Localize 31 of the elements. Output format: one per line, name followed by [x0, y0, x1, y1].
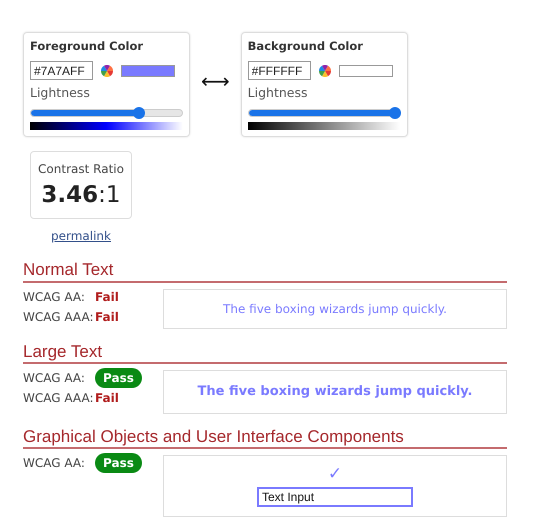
contrast-label: Contrast Ratio	[37, 160, 125, 178]
contrast-ratio: 3.46:1	[40, 180, 122, 210]
permalink-link[interactable]: permalink	[51, 227, 111, 246]
sample-text: The five boxing wizards jump quickly.	[223, 300, 447, 318]
criterion-label: WCAG AA:	[23, 455, 86, 472]
checkmark-icon: ✓	[328, 466, 342, 482]
color-wheel-icon[interactable]	[101, 64, 113, 76]
text-input-field[interactable]: Text Input	[257, 486, 413, 506]
section-heading: Graphical Objects and User Interface Components	[23, 426, 507, 449]
lightness-slider[interactable]	[30, 106, 183, 119]
sample-text: The five boxing wizards jump quickly.	[198, 383, 472, 401]
panel-title: Foreground Color	[30, 38, 146, 56]
panel-title: Background Color	[248, 38, 365, 56]
section-heading: Normal Text	[23, 259, 507, 282]
criterion-label: WCAG AAA:	[23, 390, 94, 407]
criterion-label: WCAG AA:	[23, 288, 86, 306]
lightness-slider[interactable]	[248, 106, 401, 119]
swap-icon[interactable]: ⟷	[201, 66, 230, 96]
criterion-label: WCAG AAA:	[23, 308, 94, 326]
slider-label: Lightness	[248, 84, 309, 102]
section-heading: Large Text	[23, 340, 507, 364]
fail-result: Fail	[95, 390, 119, 407]
criterion-label: WCAG AA:	[23, 370, 86, 387]
hex-field[interactable]: #FFFFFF	[248, 61, 311, 80]
pass-badge: Pass	[95, 368, 142, 388]
fail-result: Fail	[95, 308, 119, 326]
pass-badge: Pass	[95, 453, 142, 473]
slider-label: Lightness	[30, 84, 91, 102]
hex-field[interactable]: #7A7AFF	[30, 61, 93, 80]
fail-result: Fail	[95, 288, 119, 306]
color-wheel-icon[interactable]	[318, 64, 331, 76]
